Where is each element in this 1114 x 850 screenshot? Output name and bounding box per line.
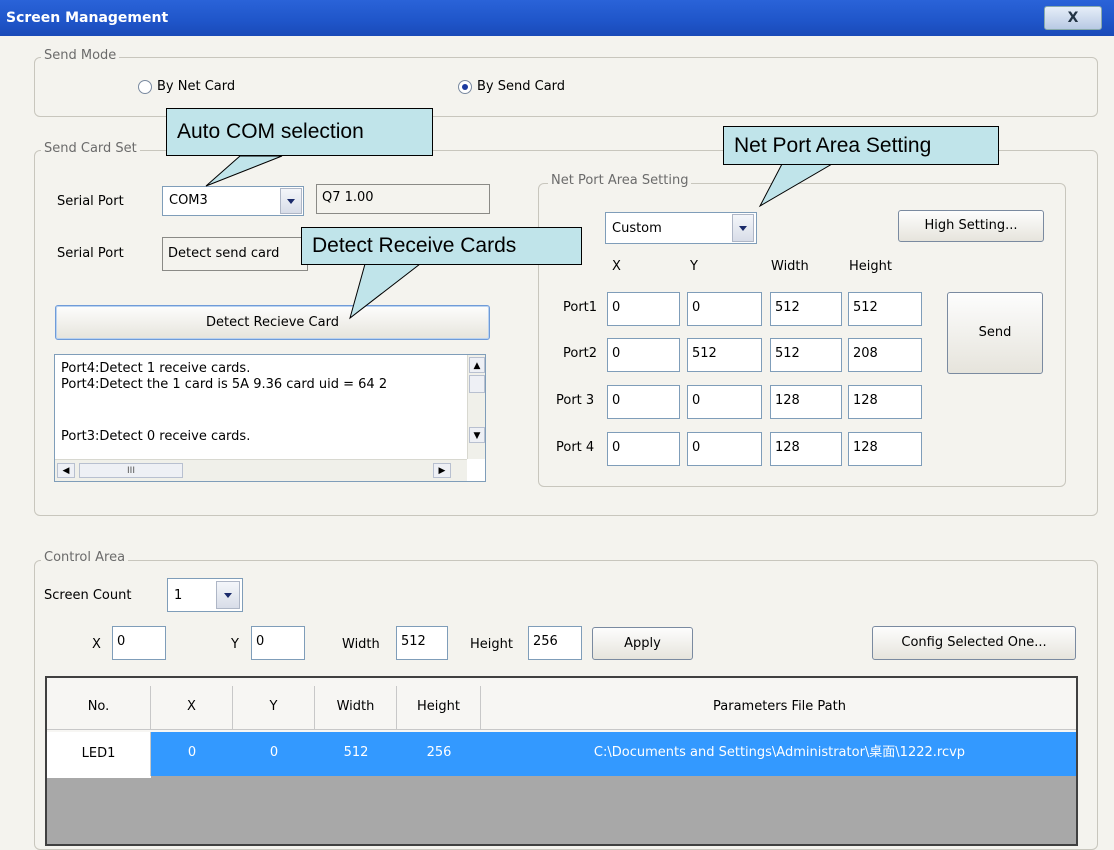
row-width-cell: 512 <box>343 745 369 760</box>
port2-height-input[interactable]: 208 <box>848 338 922 372</box>
row-number-cell: LED1 <box>47 732 151 776</box>
table-row-separator <box>47 776 151 778</box>
radio-by-send-card-label[interactable]: By Send Card <box>477 79 565 94</box>
net-port-mode-value: Custom <box>612 221 662 236</box>
y-input[interactable]: 0 <box>251 626 305 660</box>
log-line: Port4:Detect the 1 card is 5A 9.36 card … <box>61 377 388 392</box>
net-port-area-legend: Net Port Area Setting <box>548 173 692 188</box>
hscrollbar-thumb[interactable]: III <box>79 463 183 478</box>
scroll-down-icon[interactable]: ▼ <box>469 427 485 443</box>
radio-by-net-card-label[interactable]: By Net Card <box>157 79 235 94</box>
port2-x-input[interactable]: 0 <box>607 338 680 372</box>
table-row[interactable]: LED1 0 0 512 256 C:\Documents and Settin… <box>47 732 1076 776</box>
port2-y-input[interactable]: 512 <box>687 338 762 372</box>
port1-label: Port1 <box>563 300 598 315</box>
detect-receive-card-button[interactable]: Detect Recieve Card <box>55 305 490 340</box>
send-card-set-legend: Send Card Set <box>41 141 140 156</box>
table-header-x[interactable]: X <box>151 686 233 730</box>
apply-button[interactable]: Apply <box>592 627 693 660</box>
serial-port-value: COM3 <box>169 193 208 208</box>
config-selected-button[interactable]: Config Selected One... <box>872 626 1076 660</box>
serial-port-label: Serial Port <box>57 194 124 209</box>
screens-table[interactable]: No. X Y Width Height Parameters File Pat… <box>45 676 1078 846</box>
detect-send-card-field: Detect send card <box>162 237 308 271</box>
col-header-y: Y <box>690 259 698 274</box>
screen-count-dropdown-icon[interactable] <box>216 581 240 609</box>
col-header-width: Width <box>771 259 809 274</box>
port4-label: Port 4 <box>556 440 595 455</box>
vertical-scrollbar[interactable]: ▲ ▼ <box>467 355 485 459</box>
port3-height-input[interactable]: 128 <box>848 385 922 419</box>
col-header-x: X <box>612 259 621 274</box>
version-field: Q7 1.00 <box>316 184 490 214</box>
row-y-cell: 0 <box>269 745 279 760</box>
port4-y-input[interactable]: 0 <box>687 432 762 466</box>
net-port-mode-dropdown-icon[interactable] <box>732 214 754 242</box>
port1-height-input[interactable]: 512 <box>848 292 922 326</box>
table-header-no[interactable]: No. <box>47 686 151 730</box>
port1-width-input[interactable]: 512 <box>770 292 842 326</box>
control-area-legend: Control Area <box>41 550 129 565</box>
detect-log-box[interactable]: Port4:Detect 1 receive cards. Port4:Dete… <box>54 354 486 482</box>
port3-label: Port 3 <box>556 393 595 408</box>
port3-x-input[interactable]: 0 <box>607 385 680 419</box>
width-label: Width <box>342 637 380 652</box>
port2-width-input[interactable]: 512 <box>770 338 842 372</box>
table-header-width[interactable]: Width <box>315 686 397 730</box>
table-header-path[interactable]: Parameters File Path <box>481 686 1076 730</box>
scrollbar-thumb[interactable] <box>469 375 485 393</box>
port3-width-input[interactable]: 128 <box>770 385 842 419</box>
log-line: Port3:Detect 0 receive cards. <box>61 429 251 444</box>
radio-by-send-card[interactable] <box>458 80 472 94</box>
serial-port-dropdown-icon[interactable] <box>280 188 302 214</box>
high-setting-button[interactable]: High Setting... <box>898 210 1044 242</box>
port2-label: Port2 <box>563 346 598 361</box>
port4-x-input[interactable]: 0 <box>607 432 680 466</box>
radio-by-net-card[interactable] <box>138 80 152 94</box>
col-header-height: Height <box>849 259 892 274</box>
screen-count-label: Screen Count <box>44 588 132 603</box>
window-title: Screen Management <box>6 10 169 26</box>
send-mode-legend: Send Mode <box>41 48 120 63</box>
port1-y-input[interactable]: 0 <box>687 292 762 326</box>
port4-width-input[interactable]: 128 <box>770 432 842 466</box>
serial-port-label-2: Serial Port <box>57 246 124 261</box>
screen-count-value: 1 <box>174 588 183 603</box>
x-label: X <box>92 637 101 652</box>
horizontal-scrollbar[interactable]: ◀ III ▶ <box>55 459 467 481</box>
send-button[interactable]: Send <box>947 292 1043 374</box>
width-input[interactable]: 512 <box>396 626 448 660</box>
row-height-cell: 256 <box>426 745 452 760</box>
port4-height-input[interactable]: 128 <box>848 432 922 466</box>
log-line: Port4:Detect 1 receive cards. <box>61 361 251 376</box>
close-button[interactable]: X <box>1044 6 1102 30</box>
hscroll-grip: III <box>127 466 135 476</box>
scroll-up-icon[interactable]: ▲ <box>469 357 485 373</box>
table-header-height[interactable]: Height <box>397 686 481 730</box>
table-header-y[interactable]: Y <box>233 686 315 730</box>
y-label: Y <box>231 637 239 652</box>
callout-auto-com: Auto COM selection <box>166 108 433 156</box>
port1-x-input[interactable]: 0 <box>607 292 680 326</box>
port3-y-input[interactable]: 0 <box>687 385 762 419</box>
x-input[interactable]: 0 <box>112 626 166 660</box>
scroll-right-icon[interactable]: ▶ <box>433 463 451 478</box>
row-path-cell: C:\Documents and Settings\Administrator\… <box>593 745 966 760</box>
height-label: Height <box>470 637 513 652</box>
callout-net-port: Net Port Area Setting <box>723 126 999 165</box>
height-input[interactable]: 256 <box>528 626 582 660</box>
row-x-cell: 0 <box>187 745 197 760</box>
callout-detect-receive: Detect Receive Cards <box>301 227 582 265</box>
scroll-left-icon[interactable]: ◀ <box>57 463 75 478</box>
